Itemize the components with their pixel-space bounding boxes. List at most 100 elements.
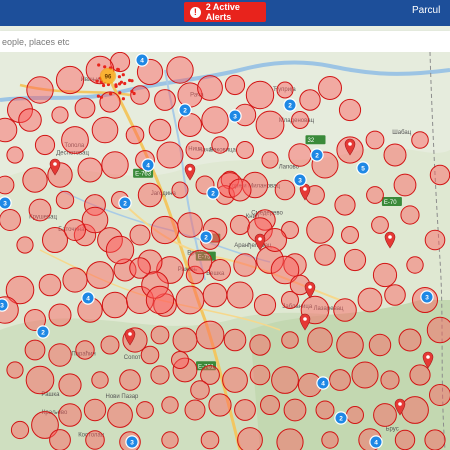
outage-radius-circle[interactable] xyxy=(400,205,420,225)
outage-radius-circle[interactable] xyxy=(6,361,24,379)
report-dot[interactable] xyxy=(99,95,103,99)
outage-radius-circle[interactable] xyxy=(224,74,246,96)
outage-radius-circle[interactable] xyxy=(42,227,68,253)
outage-radius-circle[interactable] xyxy=(101,151,129,179)
outage-radius-circle[interactable] xyxy=(150,325,170,345)
outage-radius-circle[interactable] xyxy=(334,194,356,216)
outage-radius-circle[interactable] xyxy=(429,164,450,186)
outage-radius-circle[interactable] xyxy=(201,106,229,134)
outage-radius-circle[interactable] xyxy=(321,431,339,449)
report-dot[interactable] xyxy=(103,65,107,69)
outage-radius-circle[interactable] xyxy=(426,316,450,344)
outage-radius-circle[interactable] xyxy=(177,212,203,238)
report-dot[interactable] xyxy=(128,78,132,82)
outage-radius-circle[interactable] xyxy=(401,396,429,424)
outage-radius-circle[interactable] xyxy=(366,186,384,204)
outage-radius-circle[interactable] xyxy=(34,134,56,156)
outage-radius-circle[interactable] xyxy=(10,420,30,440)
outage-radius-circle[interactable] xyxy=(424,229,446,251)
outage-radius-circle[interactable] xyxy=(307,327,333,353)
outage-radius-circle[interactable] xyxy=(271,366,299,394)
outage-radius-circle[interactable] xyxy=(190,380,210,400)
outage-radius-circle[interactable] xyxy=(171,351,189,369)
outage-radius-circle[interactable] xyxy=(237,427,263,450)
outage-radius-circle[interactable] xyxy=(223,328,247,352)
outage-radius-circle[interactable] xyxy=(263,228,287,252)
outage-radius-circle[interactable] xyxy=(281,331,299,349)
outage-radius-circle[interactable] xyxy=(249,334,271,356)
outage-radius-circle[interactable] xyxy=(178,113,202,137)
outage-radius-circle[interactable] xyxy=(171,181,189,199)
outage-radius-circle[interactable] xyxy=(145,285,175,315)
outage-radius-circle[interactable] xyxy=(373,403,397,427)
outage-radius-circle[interactable] xyxy=(429,384,450,406)
outage-radius-circle[interactable] xyxy=(261,151,279,169)
outage-radius-circle[interactable] xyxy=(38,273,62,297)
outage-radius-circle[interactable] xyxy=(6,146,24,164)
outage-radius-circle[interactable] xyxy=(393,173,417,197)
report-dot[interactable] xyxy=(132,91,136,96)
outage-radius-circle[interactable] xyxy=(55,65,85,95)
outage-radius-circle[interactable] xyxy=(306,216,334,244)
outage-radius-circle[interactable] xyxy=(161,396,179,414)
outage-radius-circle[interactable] xyxy=(101,291,129,319)
outage-radius-circle[interactable] xyxy=(75,340,95,360)
outage-radius-circle[interactable] xyxy=(329,369,351,391)
outage-radius-circle[interactable] xyxy=(341,226,359,244)
outage-radius-circle[interactable] xyxy=(255,110,285,140)
outage-radius-circle[interactable] xyxy=(202,282,228,308)
outage-radius-circle[interactable] xyxy=(55,190,75,210)
outage-radius-circle[interactable] xyxy=(371,216,389,234)
outage-radius-circle[interactable] xyxy=(276,428,304,450)
outage-radius-circle[interactable] xyxy=(368,333,392,357)
outage-radius-circle[interactable] xyxy=(16,236,34,254)
outage-radius-circle[interactable] xyxy=(276,81,294,99)
report-dot[interactable] xyxy=(119,80,123,84)
outage-radius-circle[interactable] xyxy=(91,371,109,389)
report-dot[interactable] xyxy=(118,91,122,95)
outage-radius-circle[interactable] xyxy=(125,125,145,145)
outage-radius-circle[interactable] xyxy=(315,400,335,420)
outage-radius-circle[interactable] xyxy=(338,98,362,122)
report-dot[interactable] xyxy=(117,75,121,79)
outage-radius-circle[interactable] xyxy=(74,97,96,119)
outage-radius-circle[interactable] xyxy=(148,118,172,142)
outage-radius-circle[interactable] xyxy=(380,370,400,390)
outage-radius-circle[interactable] xyxy=(318,76,342,100)
outage-radius-circle[interactable] xyxy=(64,219,86,241)
outage-radius-circle[interactable] xyxy=(24,339,46,361)
outage-radius-circle[interactable] xyxy=(229,214,251,236)
outage-radius-circle[interactable] xyxy=(22,167,48,193)
map-canvas[interactable]: БешкаДеспотовацВрењеРашкаКнићСопотЋуприј… xyxy=(0,52,450,450)
outage-radius-circle[interactable] xyxy=(129,257,151,279)
outage-radius-circle[interactable] xyxy=(288,143,312,167)
outage-radius-circle[interactable] xyxy=(187,249,213,275)
outage-radius-circle[interactable] xyxy=(372,262,398,288)
outage-radius-circle[interactable] xyxy=(48,343,72,367)
outage-radius-circle[interactable] xyxy=(119,369,141,391)
search-input[interactable] xyxy=(0,31,442,52)
outage-radius-circle[interactable] xyxy=(299,89,321,111)
outage-radius-circle[interactable] xyxy=(161,431,179,449)
outage-radius-circle[interactable] xyxy=(236,141,254,159)
outage-radius-circle[interactable] xyxy=(411,131,429,149)
outage-radius-circle[interactable] xyxy=(333,298,357,322)
outage-radius-circle[interactable] xyxy=(184,399,206,421)
outage-radius-circle[interactable] xyxy=(48,303,72,327)
outage-radius-circle[interactable] xyxy=(291,111,309,129)
outage-radius-circle[interactable] xyxy=(197,75,223,101)
outage-radius-circle[interactable] xyxy=(253,293,277,317)
outage-radius-circle[interactable] xyxy=(314,244,336,266)
report-dot[interactable] xyxy=(96,94,100,98)
outage-radius-circle[interactable] xyxy=(175,285,205,315)
outage-radius-circle[interactable] xyxy=(228,178,252,202)
outage-radius-circle[interactable] xyxy=(394,429,416,450)
outage-radius-circle[interactable] xyxy=(260,395,280,415)
outage-radius-circle[interactable] xyxy=(58,373,82,397)
report-dot[interactable] xyxy=(121,97,125,101)
outage-radius-circle[interactable] xyxy=(129,224,151,246)
outage-radius-circle[interactable] xyxy=(249,364,271,386)
outage-radius-circle[interactable] xyxy=(91,116,119,144)
outage-radius-circle[interactable] xyxy=(18,108,42,132)
outage-radius-circle[interactable] xyxy=(166,56,194,84)
